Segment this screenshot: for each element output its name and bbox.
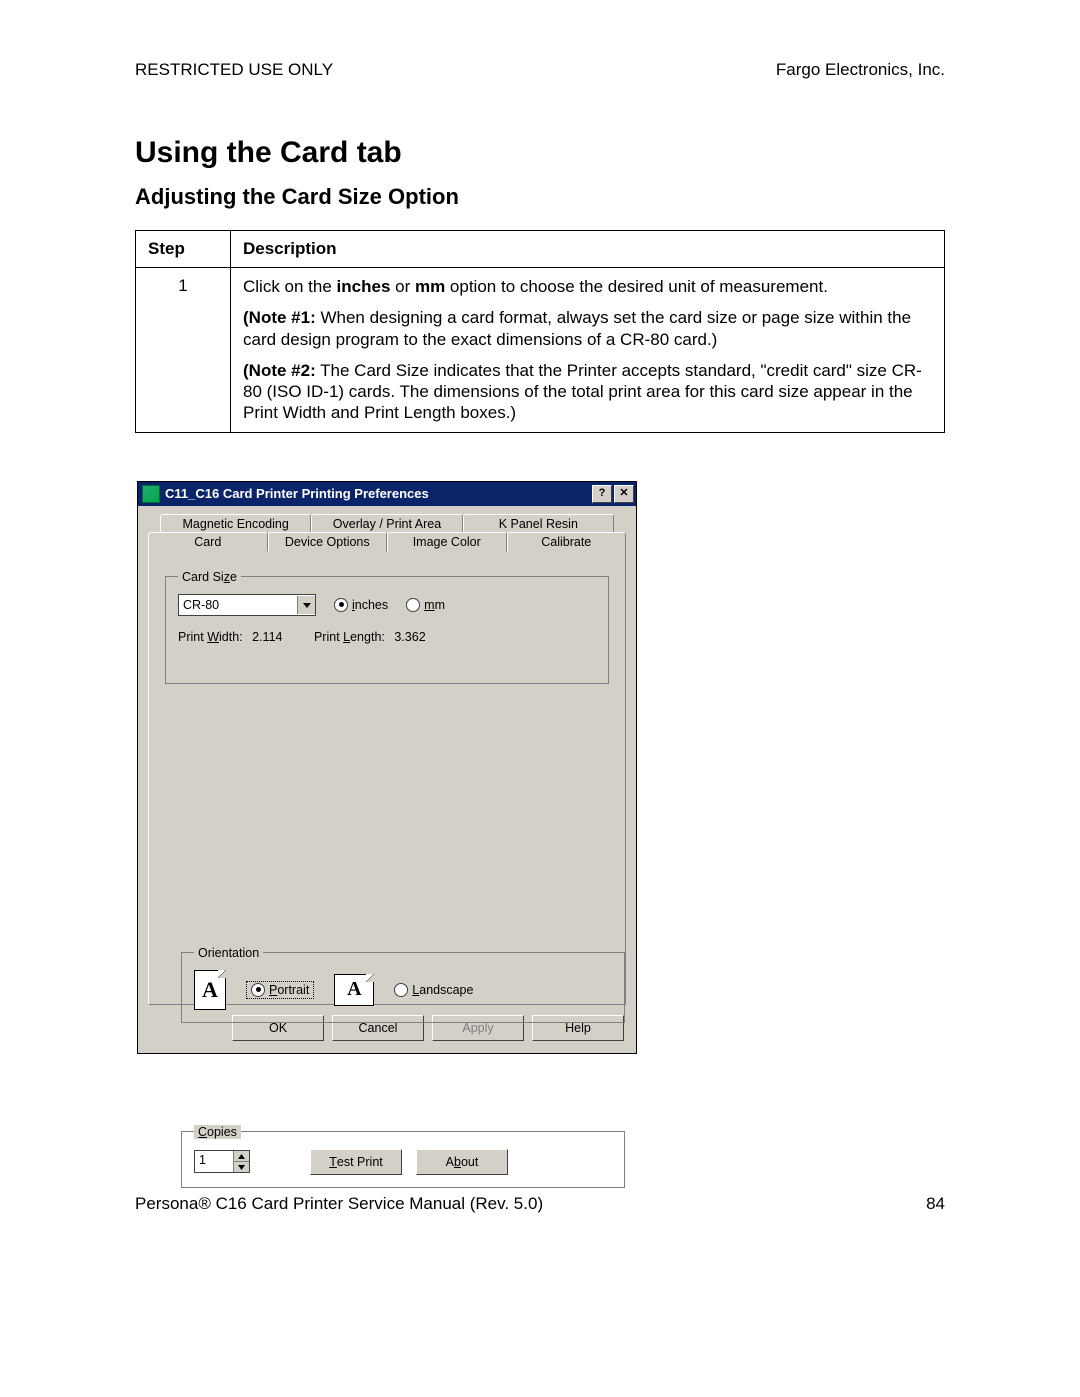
radio-inches[interactable]: inches — [334, 598, 388, 612]
chevron-down-icon[interactable] — [297, 596, 315, 614]
tab-image-color[interactable]: Image Color — [387, 532, 507, 552]
header-right: Fargo Electronics, Inc. — [776, 60, 945, 80]
group-copies: Copies 1 Test Print About — [181, 1125, 625, 1188]
footer-left: Persona® C16 Card Printer Service Manual… — [135, 1194, 543, 1214]
tab-k-panel-resin[interactable]: K Panel Resin — [463, 514, 614, 533]
page-title: Using the Card tab — [135, 136, 945, 170]
legend-orientation: Orientation — [194, 946, 263, 960]
app-icon — [142, 485, 160, 503]
print-length-value: 3.362 — [394, 630, 425, 644]
legend-copies: Copies — [194, 1125, 241, 1139]
copies-stepper[interactable]: 1 — [194, 1150, 250, 1173]
card-size-select[interactable]: CR-80 — [178, 594, 316, 616]
tab-magnetic-encoding[interactable]: Magnetic Encoding — [160, 514, 311, 533]
col-step: Step — [136, 231, 231, 268]
page-header: RESTRICTED USE ONLY Fargo Electronics, I… — [135, 60, 945, 80]
group-orientation: Orientation A Portrait A Landscape — [181, 946, 625, 1023]
radio-portrait[interactable]: Portrait — [246, 981, 314, 999]
page-subtitle: Adjusting the Card Size Option — [135, 184, 945, 210]
step-cell: 1 — [136, 268, 231, 433]
group-card-size: Card Size CR-80 inches mm — [165, 570, 609, 684]
step-table: Step Description 1 Click on the inches o… — [135, 230, 945, 433]
desc-cell: Click on the inches or mm option to choo… — [231, 268, 945, 433]
radio-mm[interactable]: mm — [406, 598, 445, 612]
about-button[interactable]: About — [416, 1149, 508, 1175]
titlebar[interactable]: C11_C16 Card Printer Printing Preference… — [138, 482, 636, 506]
print-width-label: Print Width: — [178, 630, 243, 644]
dialog-title: C11_C16 Card Printer Printing Preference… — [165, 486, 590, 501]
legend-card-size: Card Size — [178, 570, 241, 584]
radio-landscape[interactable]: Landscape — [394, 983, 473, 997]
desc-p2: (Note #1: When designing a card format, … — [243, 307, 932, 350]
preferences-dialog: C11_C16 Card Printer Printing Preference… — [137, 481, 637, 1054]
tab-calibrate[interactable]: Calibrate — [507, 532, 627, 552]
test-print-button[interactable]: Test Print — [310, 1149, 402, 1175]
print-width-value: 2.114 — [252, 630, 282, 644]
header-left: RESTRICTED USE ONLY — [135, 60, 333, 80]
help-icon[interactable]: ? — [592, 485, 612, 503]
tab-panel-card: Card Size CR-80 inches mm — [148, 551, 626, 1005]
tab-card[interactable]: Card — [148, 532, 268, 552]
tab-overlay-print-area[interactable]: Overlay / Print Area — [311, 514, 462, 533]
page-footer: Persona® C16 Card Printer Service Manual… — [135, 1194, 945, 1214]
tab-device-options[interactable]: Device Options — [268, 532, 388, 552]
close-icon[interactable]: ✕ — [614, 485, 634, 503]
tabs-row-back: Magnetic Encoding Overlay / Print Area K… — [160, 514, 614, 533]
desc-p1: Click on the inches or mm option to choo… — [243, 276, 932, 297]
desc-p3: (Note #2: The Card Size indicates that t… — [243, 360, 932, 424]
portrait-page-icon: A — [194, 970, 226, 1010]
print-dimensions: Print Width: 2.114 Print Length: 3.362 — [178, 630, 596, 644]
spin-down-icon[interactable] — [233, 1162, 249, 1172]
col-desc: Description — [231, 231, 945, 268]
print-length-label: Print Length: — [314, 630, 385, 644]
footer-page-number: 84 — [926, 1194, 945, 1214]
spin-up-icon[interactable] — [233, 1151, 249, 1162]
tabs-row-front: Card Device Options Image Color Calibrat… — [148, 532, 626, 552]
landscape-page-icon: A — [334, 974, 374, 1006]
